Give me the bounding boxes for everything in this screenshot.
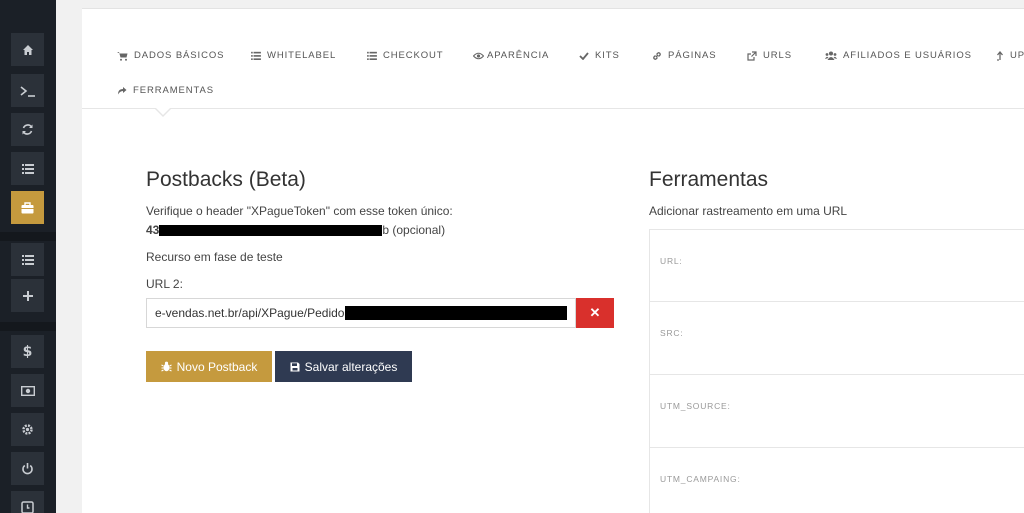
tab-checkout[interactable]: CHECKOUT (367, 50, 444, 61)
postbacks-title: Postbacks (Beta) (146, 168, 306, 191)
home-icon (22, 44, 33, 55)
sidebar-settings-button[interactable] (11, 413, 44, 446)
users-icon (825, 51, 837, 60)
power-icon (22, 463, 33, 475)
tool-src-field[interactable]: SRC: (649, 302, 1024, 375)
list-icon (251, 51, 261, 60)
tab-bar: DADOS BÁSICOS WHITELABEL CHECKOUT APARÊN… (82, 9, 1024, 117)
list-icon (367, 51, 377, 60)
url-redaction (345, 306, 567, 320)
gear-icon (22, 424, 33, 435)
tab-paginas[interactable]: PÁGINAS (652, 50, 717, 61)
refresh-icon (22, 124, 33, 135)
tool-url-field[interactable]: URL: (649, 229, 1024, 302)
main-panel: DADOS BÁSICOS WHITELABEL CHECKOUT APARÊN… (82, 8, 1024, 513)
sidebar-products-button[interactable] (11, 191, 44, 224)
tool-url-label: URL: (660, 256, 683, 266)
tool-src-label: SRC: (660, 328, 684, 338)
save-changes-button[interactable]: Salvar alterações (275, 351, 412, 382)
save-icon (290, 362, 300, 371)
tool-utm-campaing-label: UTM_CAMPAING: (660, 474, 741, 484)
tab-whitelabel[interactable]: WHITELABEL (251, 50, 336, 61)
dollar-icon: $ (22, 343, 33, 360)
postbacks-token: 43 b (opcional) (146, 223, 445, 237)
token-redaction (159, 225, 383, 237)
sidebar-list-button[interactable] (11, 152, 44, 185)
share-icon (118, 87, 127, 95)
link-icon (653, 51, 661, 60)
tool-utm-campaing-field[interactable]: UTM_CAMPAING: (649, 448, 1024, 513)
upload-icon (997, 50, 1003, 61)
external-link-icon (747, 50, 757, 61)
close-icon: ✕ (589, 305, 601, 320)
terminal-icon (20, 85, 35, 97)
clock-icon (21, 501, 34, 513)
bug-icon (160, 361, 172, 372)
list-icon (21, 164, 34, 174)
sidebar-separator (0, 232, 56, 241)
ferramentas-subtitle: Adicionar rastreamento em uma URL (649, 204, 848, 218)
sidebar-refresh-button[interactable] (11, 113, 44, 146)
new-postback-button[interactable]: Novo Postback (146, 351, 272, 382)
sidebar-add-button[interactable] (11, 279, 44, 312)
tab-dados-basicos[interactable]: DADOS BÁSICOS (117, 50, 224, 61)
list-icon (21, 255, 34, 265)
postback-url-value: e-vendas.net.br/api/XPague/Pedido (155, 306, 345, 320)
sidebar: $ (0, 0, 56, 513)
cart-icon (117, 51, 128, 61)
sidebar-home-button[interactable] (11, 33, 44, 66)
sidebar-finance-button[interactable]: $ (11, 335, 44, 368)
plus-icon (22, 290, 33, 301)
sidebar-history-button[interactable] (11, 491, 44, 513)
sidebar-separator (0, 322, 56, 331)
check-icon (579, 51, 589, 60)
url-label: URL 2: (146, 277, 183, 291)
tab-ferramentas[interactable]: FERRAMENTAS (117, 85, 214, 96)
ferramentas-title: Ferramentas (649, 168, 769, 191)
sidebar-logout-button[interactable] (11, 452, 44, 485)
tab-aparencia[interactable]: APARÊNCIA (473, 50, 549, 61)
active-tab-indicator (154, 107, 172, 117)
token-prefix: 43 (146, 223, 160, 237)
token-suffix: b (opcional) (382, 223, 446, 237)
tab-afiliados-usuarios[interactable]: AFILIADOS E USUÁRIOS (825, 50, 972, 61)
sidebar-money-button[interactable] (11, 374, 44, 407)
tab-urls[interactable]: URLS (747, 50, 792, 61)
briefcase-icon (21, 201, 34, 213)
eye-icon (473, 52, 484, 59)
sidebar-terminal-button[interactable] (11, 74, 44, 107)
sidebar-list-button-2[interactable] (11, 243, 44, 276)
postbacks-description: Verifique o header "XPagueToken" com ess… (146, 204, 453, 218)
feature-note: Recurso em fase de teste (146, 250, 283, 264)
money-icon (20, 385, 35, 396)
tab-upsell[interactable]: UP (996, 50, 1024, 61)
postback-url-input[interactable]: e-vendas.net.br/api/XPague/Pedido (146, 298, 576, 328)
tool-utm-source-field[interactable]: UTM_SOURCE: (649, 375, 1024, 448)
tab-kits[interactable]: KITS (579, 50, 620, 61)
remove-url-button[interactable]: ✕ (576, 298, 614, 328)
tool-utm-source-label: UTM_SOURCE: (660, 401, 731, 411)
